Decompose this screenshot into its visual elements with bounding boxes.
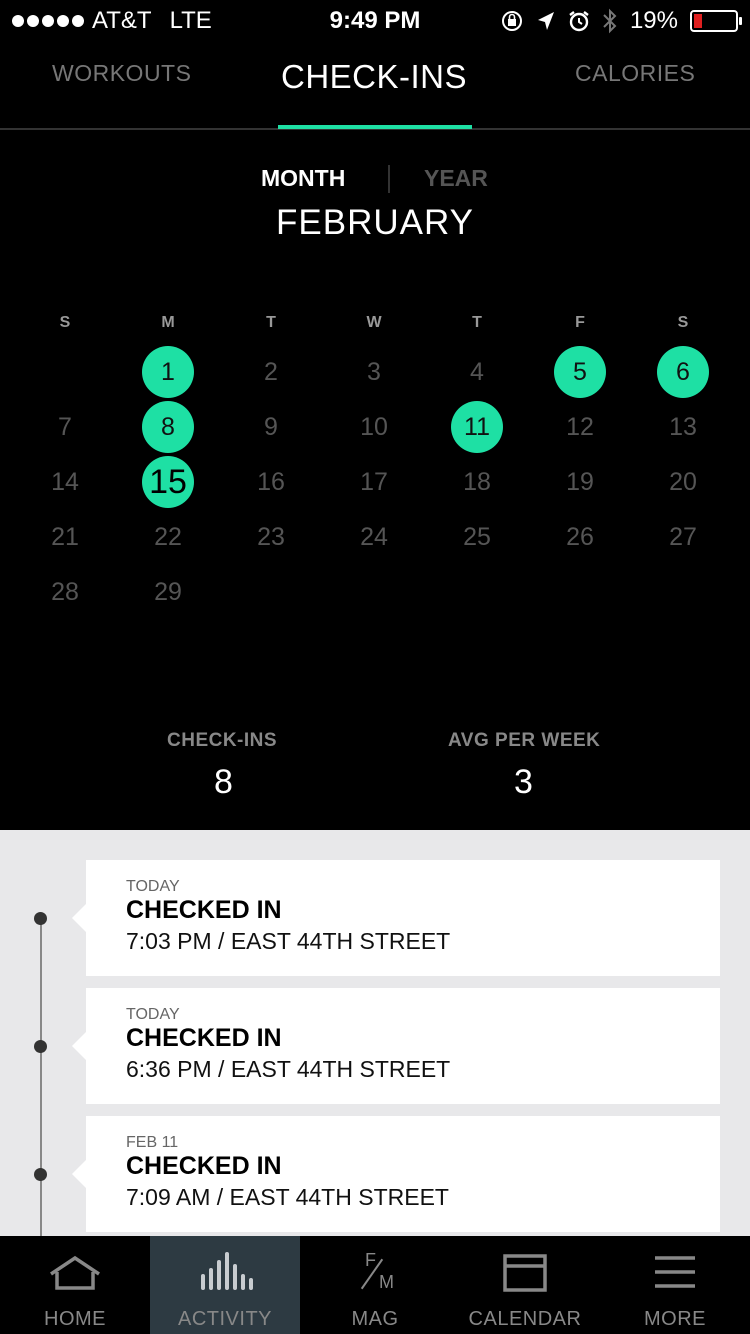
checkin-card[interactable]: FEB 11 CHECKED IN 7:09 AM / EAST 44TH ST… [72, 1116, 720, 1232]
toggle-year[interactable]: YEAR [424, 165, 488, 192]
alarm-icon [569, 11, 589, 32]
calendar-day[interactable]: 23 [245, 511, 297, 563]
checkin-date: TODAY [126, 878, 180, 895]
status-bar: AT&T LTE 9:49 PM 19% [0, 0, 750, 40]
calendar-day[interactable]: 2 [245, 346, 297, 398]
calendar-day[interactable]: 12 [554, 401, 606, 453]
battery-percent: 19% [629, 7, 678, 34]
weekday-label: S [677, 314, 689, 331]
avg-per-week-value: 3 [514, 763, 533, 801]
mag-fm-icon: F M [347, 1250, 403, 1296]
stats-summary: CHECK-INS 8 AVG PER WEEK 3 [0, 725, 750, 825]
timeline-dot [34, 1168, 47, 1181]
calendar-day[interactable]: 29 [142, 566, 194, 618]
checkin-title: CHECKED IN [126, 1152, 282, 1180]
checkin-detail: 6:36 PM / EAST 44TH STREET [126, 1056, 451, 1082]
calendar-day[interactable]: 21 [39, 511, 91, 563]
calendar-day[interactable]: 3 [348, 346, 400, 398]
battery-icon [690, 10, 742, 32]
calendar-day[interactable]: 19 [554, 456, 606, 508]
calendar-day[interactable]: 13 [657, 401, 709, 453]
calendar-icon [503, 1254, 547, 1292]
avg-per-week-label: AVG PER WEEK [448, 730, 601, 751]
nav-home[interactable]: HOME [0, 1236, 150, 1334]
calendar-day[interactable]: 4 [451, 346, 503, 398]
calendar-day[interactable]: 10 [348, 401, 400, 453]
checkin-timeline[interactable]: TODAY CHECKED IN 7:03 PM / EAST 44TH STR… [0, 830, 750, 1236]
tab-calories[interactable]: CALORIES [575, 60, 695, 87]
activity-bars-icon [201, 1252, 253, 1290]
calendar-day-checked-in[interactable]: 15 [142, 456, 194, 508]
bluetooth-icon [603, 8, 617, 34]
nav-activity-label: ACTIVITY [177, 1308, 272, 1330]
home-icon [50, 1255, 100, 1290]
nav-home-label: HOME [44, 1308, 106, 1330]
calendar-day-checked-in[interactable]: 8 [142, 401, 194, 453]
nav-activity[interactable]: ACTIVITY [150, 1236, 300, 1334]
checkin-date: TODAY [126, 1006, 180, 1023]
timeline-dot [34, 1040, 47, 1053]
month-title: FEBRUARY [276, 203, 474, 242]
tab-check-ins[interactable]: CHECK-INS [281, 58, 467, 96]
calendar-day-checked-in[interactable]: 5 [554, 346, 606, 398]
checkin-title: CHECKED IN [126, 896, 282, 924]
calendar-day[interactable]: 24 [348, 511, 400, 563]
timeline-line [40, 916, 42, 1236]
weekday-label: F [575, 314, 585, 331]
weekday-label: T [266, 314, 276, 331]
calendar-day-checked-in[interactable]: 11 [451, 401, 503, 453]
timeline-dot [34, 912, 47, 925]
nav-calendar-label: CALENDAR [468, 1308, 582, 1330]
location-icon [537, 12, 554, 30]
checkin-card[interactable]: TODAY CHECKED IN 6:36 PM / EAST 44TH STR… [72, 988, 720, 1104]
nav-mag[interactable]: F M MAG [300, 1236, 450, 1334]
top-tabs: WORKOUTS CHECK-INS CALORIES [0, 40, 750, 130]
calendar-day[interactable]: 22 [142, 511, 194, 563]
mag-icon-letter-m: M [379, 1272, 394, 1292]
toggle-month[interactable]: MONTH [261, 165, 345, 192]
weekday-label: W [366, 314, 382, 331]
orientation-lock-icon [501, 11, 522, 31]
active-tab-indicator [278, 125, 472, 129]
calendar-day[interactable]: 9 [245, 401, 297, 453]
battery-fill [694, 14, 702, 28]
calendar-day[interactable]: 17 [348, 456, 400, 508]
tab-workouts[interactable]: WORKOUTS [52, 60, 191, 87]
weekday-label: T [472, 314, 482, 331]
calendar-day[interactable]: 16 [245, 456, 297, 508]
bottom-nav: HOME ACTIVITY F M MAG CALENDAR MORE [0, 1236, 750, 1334]
menu-icon [655, 1256, 695, 1288]
calendar-day[interactable]: 18 [451, 456, 503, 508]
toggle-divider [388, 165, 390, 193]
calendar-grid: S M T W T F S 1 2 3 4 5 6 7 8 9 10 11 12 13 14 15 16 17 18 19 20 21… [0, 300, 750, 620]
checkin-detail: 7:09 AM / EAST 44TH STREET [126, 1184, 449, 1210]
calendar-day-checked-in[interactable]: 6 [657, 346, 709, 398]
checkin-detail: 7:03 PM / EAST 44TH STREET [126, 928, 451, 954]
nav-more[interactable]: MORE [600, 1236, 750, 1334]
weekday-label: M [161, 314, 175, 331]
calendar-day[interactable]: 28 [39, 566, 91, 618]
checkins-count-value: 8 [214, 763, 233, 801]
status-right: 19% [500, 7, 742, 35]
period-toggle: MONTH YEAR [0, 165, 750, 195]
weekday-label: S [59, 314, 71, 331]
nav-calendar[interactable]: CALENDAR [450, 1236, 600, 1334]
checkin-card[interactable]: TODAY CHECKED IN 7:03 PM / EAST 44TH STR… [72, 860, 720, 976]
checkin-date: FEB 11 [126, 1134, 179, 1151]
calendar-day[interactable]: 7 [39, 401, 91, 453]
checkin-title: CHECKED IN [126, 1024, 282, 1052]
calendar-day[interactable]: 27 [657, 511, 709, 563]
calendar-day-checked-in[interactable]: 1 [142, 346, 194, 398]
checkins-count-label: CHECK-INS [167, 730, 278, 751]
calendar-day[interactable]: 14 [39, 456, 91, 508]
calendar-day[interactable]: 25 [451, 511, 503, 563]
calendar-day[interactable]: 20 [657, 456, 709, 508]
nav-mag-label: MAG [351, 1308, 399, 1330]
nav-more-label: MORE [644, 1308, 706, 1330]
calendar-day[interactable]: 26 [554, 511, 606, 563]
